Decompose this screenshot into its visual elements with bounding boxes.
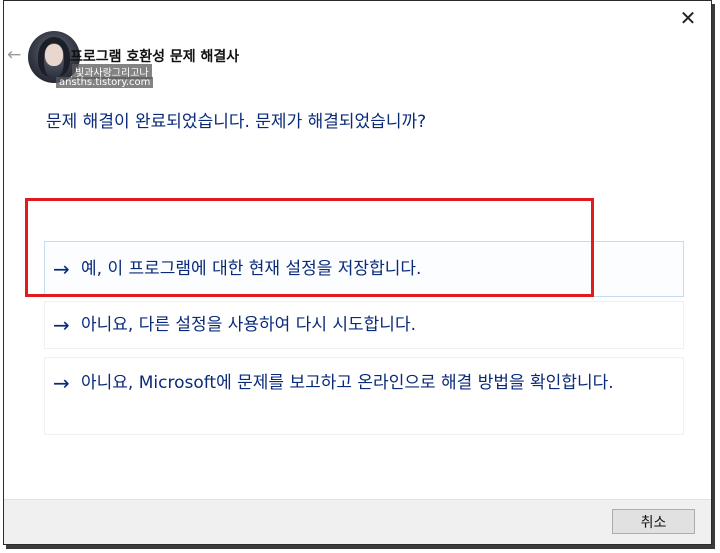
footer-bar: 취소 [4,499,711,544]
back-arrow-icon[interactable]: ← [7,45,21,65]
highlight-annotation-box [25,198,594,297]
arrow-right-icon: → [53,371,70,395]
cancel-button[interactable]: 취소 [612,509,695,534]
arrow-right-icon: → [53,313,70,337]
close-icon: ✕ [679,6,697,30]
page-heading: 문제 해결이 완료되었습니다. 문제가 해결되었습니까? [46,112,427,132]
close-button[interactable]: ✕ [673,4,703,32]
window-title: 프로그램 호환성 문제 해결사 [70,49,240,65]
title-bar: ← 프로그램 호환성 문제 해결사 빛과사랑그리고나 ansths.tistor… [4,1,711,88]
troubleshooter-window: ← 프로그램 호환성 문제 해결사 빛과사랑그리고나 ansths.tistor… [3,0,712,545]
option-label: 아니요, 다른 설정을 사용하여 다시 시도합니다. [81,315,416,335]
option-report-problem[interactable]: → 아니요, Microsoft에 문제를 보고하고 온라인으로 해결 방법을 … [44,357,684,435]
option-label: 아니요, Microsoft에 문제를 보고하고 온라인으로 해결 방법을 확인… [81,373,614,393]
watermark-url: ansths.tistory.com [56,77,154,88]
option-try-other-settings[interactable]: → 아니요, 다른 설정을 사용하여 다시 시도합니다. [44,301,684,349]
avatar-face [45,44,63,66]
